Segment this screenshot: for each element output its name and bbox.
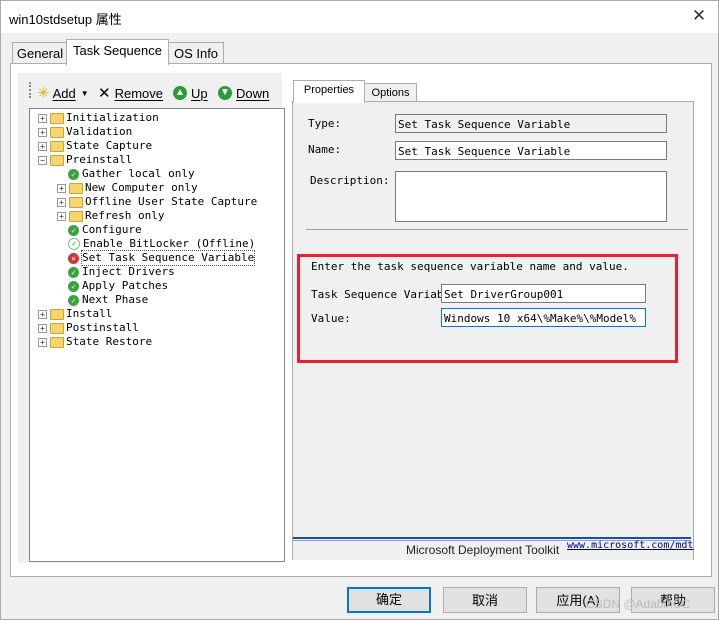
add-label: Add <box>52 85 76 101</box>
checkmark-icon: ✓ <box>68 168 79 180</box>
tree-node[interactable]: + Validation <box>38 125 132 139</box>
remove-x-icon: ✕ <box>98 85 111 102</box>
folder-icon <box>69 182 83 194</box>
remove-button[interactable]: ✕ Remove <box>98 84 163 102</box>
toolbar-grip <box>29 82 34 98</box>
tree-node[interactable]: ✓ Configure <box>57 223 142 237</box>
folder-icon <box>69 210 83 222</box>
add-button[interactable]: ✳ Add ▼ <box>37 84 89 102</box>
tree-node-label: Initialization <box>66 111 159 124</box>
folder-icon <box>50 140 64 152</box>
tree-node-label: Install <box>66 307 113 320</box>
tree-node[interactable]: ✓ Enable BitLocker (Offline) <box>57 237 255 251</box>
footer-rule <box>293 537 691 539</box>
tab-properties[interactable]: Properties <box>293 80 365 103</box>
tree-node[interactable]: + State Restore <box>38 335 152 349</box>
tree-node-label: Refresh only <box>85 209 165 222</box>
folder-icon <box>50 154 64 166</box>
watermark: CSDN @AdabinCC <box>586 597 691 611</box>
add-star-icon: ✳ <box>37 85 50 102</box>
window-title: win10stdsetup 属性 <box>9 12 122 27</box>
tree-node[interactable]: + Postinstall <box>38 321 139 335</box>
checkmark-icon: ✓ <box>68 294 79 306</box>
tree-node-label: Offline User State Capture <box>85 195 258 208</box>
folder-icon <box>50 308 64 320</box>
description-label: Description: <box>310 174 390 187</box>
product-name: Microsoft Deployment Toolkit <box>406 543 560 557</box>
folder-icon <box>50 112 64 124</box>
tree-node[interactable]: ✓ Apply Patches <box>57 279 168 293</box>
error-icon: ✕ <box>68 252 79 264</box>
up-label: Up <box>191 85 208 101</box>
folder-icon <box>50 126 64 138</box>
expand-icon[interactable]: + <box>57 211 66 221</box>
tree-node[interactable]: − Preinstall <box>38 153 132 167</box>
tab-general[interactable]: General <box>12 42 68 65</box>
title-bar: win10stdsetup 属性 ✕ <box>1 1 718 33</box>
expand-icon[interactable]: + <box>57 183 66 193</box>
tree-node-label: Postinstall <box>66 321 139 334</box>
mdt-link[interactable]: www.microsoft.com/mdt <box>567 540 693 551</box>
down-arrow-icon: ▼ <box>218 86 232 100</box>
collapse-icon[interactable]: − <box>38 155 47 165</box>
checkmark-icon: ✓ <box>68 266 79 278</box>
tree-node[interactable]: + Install <box>38 307 112 321</box>
expand-icon[interactable]: + <box>38 113 47 123</box>
up-arrow-icon: ▲ <box>173 86 187 100</box>
dropdown-arrow-icon: ▼ <box>80 88 89 98</box>
folder-icon <box>69 196 83 208</box>
expand-icon[interactable]: + <box>38 323 47 333</box>
tree-node[interactable]: + New Computer only <box>57 181 198 195</box>
tree-node[interactable]: + Initialization <box>38 111 159 125</box>
tree-node-label: Configure <box>82 223 142 236</box>
cancel-button[interactable]: 取消 <box>443 587 527 613</box>
tree-node-label: Inject Drivers <box>82 265 175 278</box>
checkmark-disabled-icon: ✓ <box>68 238 80 250</box>
tab-options[interactable]: Options <box>364 83 417 103</box>
description-field[interactable] <box>395 171 667 222</box>
tree-node[interactable]: ✕ Set Task Sequence Variable <box>57 250 256 266</box>
expand-icon[interactable]: + <box>38 337 47 347</box>
tree-node-label: State Restore <box>66 335 153 348</box>
down-label: Down <box>236 85 270 101</box>
checkmark-icon: ✓ <box>68 224 79 236</box>
tree-node-label: Next Phase <box>82 293 149 306</box>
tree-node-label: New Computer only <box>85 181 198 194</box>
tab-task-sequence[interactable]: Task Sequence <box>66 39 169 65</box>
tree-node[interactable]: ✓ Next Phase <box>57 293 148 307</box>
folder-icon <box>50 336 64 348</box>
type-field: Set Task Sequence Variable <box>395 114 667 133</box>
tree-node[interactable]: + Offline User State Capture <box>57 195 257 209</box>
tree-node-label: Validation <box>66 125 133 138</box>
name-label: Name: <box>308 143 342 156</box>
tab-os-info[interactable]: OS Info <box>168 42 224 65</box>
task-sequence-tree[interactable]: + Initialization + Validation + State Capture… <box>29 108 285 562</box>
tree-node[interactable]: + Refresh only <box>57 209 164 223</box>
tree-node-label: Enable BitLocker (Offline) <box>83 237 256 250</box>
expand-icon[interactable]: + <box>57 197 66 207</box>
folder-icon <box>50 322 64 334</box>
type-label: Type: <box>308 117 342 130</box>
close-icon[interactable]: ✕ <box>688 5 710 27</box>
tree-node-label: Preinstall <box>66 153 133 166</box>
down-button[interactable]: ▼ Down <box>218 84 269 102</box>
tree-node[interactable]: ✓ Inject Drivers <box>57 265 175 279</box>
highlight-box <box>297 254 678 363</box>
expand-icon[interactable]: + <box>38 309 47 319</box>
up-button[interactable]: ▲ Up <box>173 84 208 102</box>
separator <box>306 229 688 230</box>
tree-node[interactable]: ✓ Gather local only <box>57 167 195 181</box>
expand-icon[interactable]: + <box>38 141 47 151</box>
tree-node-label: State Capture <box>66 139 153 152</box>
tree-node-label: Gather local only <box>82 167 195 180</box>
tree-node-label: Apply Patches <box>82 279 169 292</box>
remove-label: Remove <box>114 85 163 101</box>
ok-button[interactable]: 确定 <box>347 587 431 613</box>
tree-node-label: Set Task Sequence Variable <box>80 250 256 266</box>
expand-icon[interactable]: + <box>38 127 47 137</box>
name-field[interactable]: Set Task Sequence Variable <box>395 141 667 160</box>
checkmark-icon: ✓ <box>68 280 79 292</box>
tree-node[interactable]: + State Capture <box>38 139 152 153</box>
